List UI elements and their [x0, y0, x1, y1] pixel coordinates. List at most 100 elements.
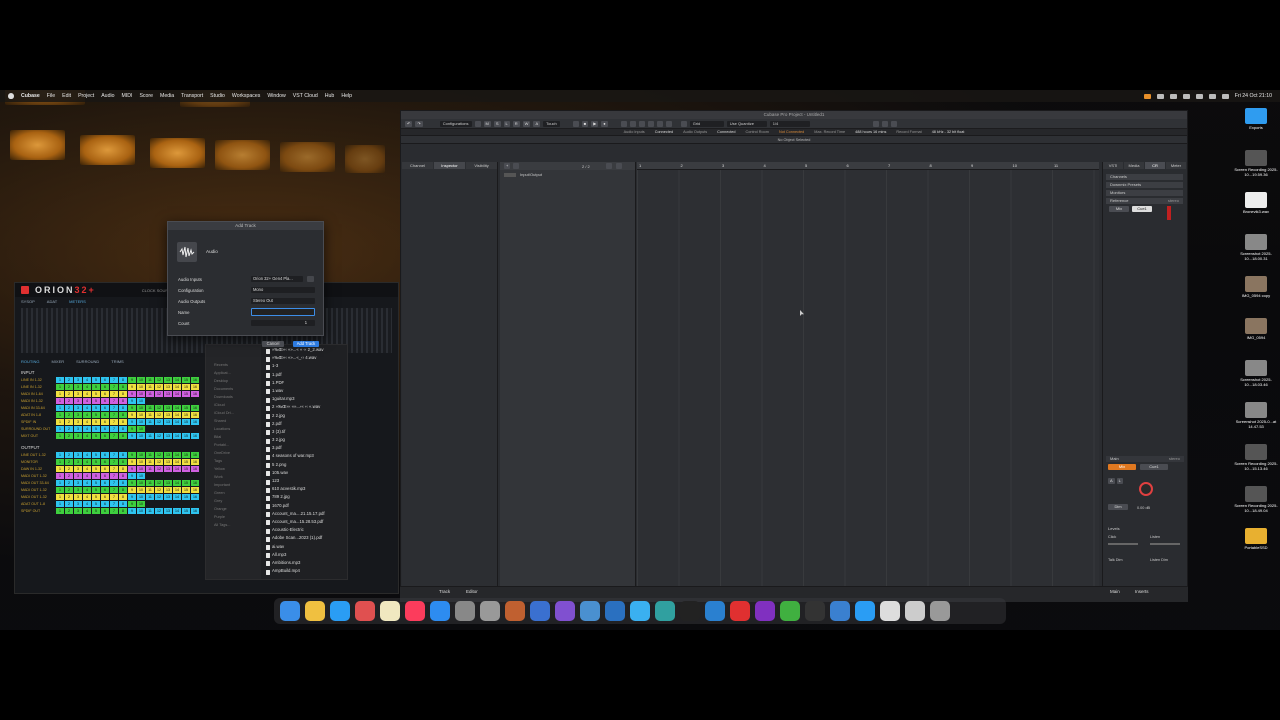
routing-cell[interactable]: 5 [92, 452, 100, 458]
routing-cell[interactable]: 1 [56, 412, 64, 418]
main-cue-button[interactable]: Cue1 [1140, 464, 1168, 470]
routing-cell[interactable]: 9 [128, 391, 136, 397]
routing-cell[interactable]: 8 [119, 494, 127, 500]
routing-cell[interactable]: 9 [128, 412, 136, 418]
routing-cell[interactable]: 14 [173, 391, 181, 397]
routing-cell[interactable]: 10 [137, 377, 145, 383]
routing-cell[interactable]: 11 [146, 433, 154, 439]
write-button[interactable]: W [522, 120, 531, 127]
routing-cell[interactable]: 15 [182, 459, 190, 465]
routing-cell[interactable]: 14 [173, 419, 181, 425]
routing-cell[interactable]: 8 [119, 452, 127, 458]
routing-cell[interactable]: 13 [164, 487, 172, 493]
main-section[interactable]: Main stereo [1106, 456, 1184, 462]
routing-cell[interactable]: 9 [128, 459, 136, 465]
audio-outputs-select[interactable]: Stereo Out [251, 298, 315, 304]
dock-app-icon[interactable] [555, 601, 575, 621]
routing-cell[interactable]: 16 [191, 377, 199, 383]
routing-cell[interactable]: 6 [101, 473, 109, 479]
routing-cell[interactable]: 13 [164, 405, 172, 411]
search-icon[interactable] [1208, 93, 1216, 99]
tab-mixer[interactable]: MIXER [51, 359, 64, 364]
routing-cell[interactable]: 5 [92, 391, 100, 397]
finder-sidebar-item[interactable]: Tags [214, 459, 257, 467]
section-downmix-presets[interactable]: Downmix Presets [1106, 182, 1183, 188]
status-icon[interactable] [1169, 93, 1177, 99]
routing-cell[interactable]: 3 [74, 480, 82, 486]
dock-app-icon[interactable] [355, 601, 375, 621]
dock-app-icon[interactable] [280, 601, 300, 621]
routing-cell[interactable]: 2 [65, 419, 73, 425]
routing-cell[interactable]: 11 [146, 419, 154, 425]
dock-app-icon[interactable] [630, 601, 650, 621]
finder-sidebar-item[interactable]: Grey [214, 499, 257, 507]
routing-cell[interactable]: 15 [182, 494, 190, 500]
erase-tool-icon[interactable] [656, 120, 663, 127]
routing-cell[interactable]: 7 [110, 398, 118, 404]
routing-cell[interactable]: 8 [119, 405, 127, 411]
routing-cell[interactable]: 6 [101, 377, 109, 383]
finder-sidebar-item[interactable]: Yellow [214, 467, 257, 475]
routing-cell[interactable]: 7 [110, 501, 118, 507]
click-level-slider[interactable] [1108, 543, 1138, 545]
configurations-select[interactable]: Configurations [439, 120, 472, 127]
glue-tool-icon[interactable] [647, 120, 654, 127]
routing-cell[interactable]: 7 [110, 384, 118, 390]
routing-cell[interactable]: 15 [182, 391, 190, 397]
routing-cell[interactable]: 5 [92, 384, 100, 390]
finder-sidebar-item[interactable]: Locations [214, 427, 257, 435]
tab-routing[interactable]: ROUTING [21, 359, 39, 364]
routing-cell[interactable]: 4 [83, 426, 91, 432]
routing-cell[interactable]: 5 [92, 480, 100, 486]
routing-cell[interactable]: 4 [83, 480, 91, 486]
dock-app-icon[interactable] [580, 601, 600, 621]
routing-cell[interactable]: 2 [65, 412, 73, 418]
file-item[interactable]: AmpBuild.mp4 [264, 568, 347, 576]
routing-cell[interactable]: 8 [119, 473, 127, 479]
routing-cell[interactable]: 12 [155, 480, 163, 486]
name-input[interactable] [251, 308, 315, 316]
finder-sidebar-item[interactable]: Portabl... [214, 443, 257, 451]
finder-sidebar-item[interactable]: OneDrive [214, 451, 257, 459]
routing-cell[interactable]: 6 [101, 480, 109, 486]
routing-cell[interactable]: 9 [128, 384, 136, 390]
dock-app-icon[interactable] [530, 601, 550, 621]
routing-cell[interactable]: 10 [137, 487, 145, 493]
routing-cell[interactable]: 10 [137, 391, 145, 397]
routing-cell[interactable]: 3 [74, 419, 82, 425]
routing-cell[interactable]: 2 [65, 377, 73, 383]
file-item[interactable]: 3 2.jpg [264, 437, 347, 445]
routing-cell[interactable]: 2 [65, 391, 73, 397]
window-layout-icon[interactable] [872, 120, 879, 127]
routing-cell[interactable]: 16 [191, 494, 199, 500]
stop-button[interactable]: ■ [581, 120, 589, 127]
routing-cell[interactable]: 14 [173, 377, 181, 383]
routing-cell[interactable]: 3 [74, 501, 82, 507]
apple-icon[interactable] [8, 93, 14, 99]
automation-button[interactable]: A [533, 120, 541, 127]
routing-cell[interactable]: 8 [119, 433, 127, 439]
routing-cell[interactable]: 1 [56, 473, 64, 479]
routing-cell[interactable]: 8 [119, 391, 127, 397]
solo-button[interactable]: S [493, 120, 501, 127]
routing-cell[interactable]: 8 [119, 501, 127, 507]
dock-app-icon[interactable] [780, 601, 800, 621]
routing-cell[interactable]: 9 [128, 452, 136, 458]
menu-media[interactable]: Media [160, 93, 174, 99]
file-item[interactable]: 1-3 [264, 363, 347, 371]
menu-file[interactable]: File [47, 93, 55, 99]
routing-cell[interactable]: 13 [164, 377, 172, 383]
file-item[interactable]: 105.wav [264, 470, 347, 478]
routing-cell[interactable]: 16 [191, 452, 199, 458]
section-channels[interactable]: Channels [1106, 174, 1183, 180]
finder-sidebar-item[interactable]: Bilal [214, 435, 257, 443]
zones-icon[interactable] [881, 120, 888, 127]
dock-app-icon[interactable] [380, 601, 400, 621]
routing-cell[interactable]: 7 [110, 433, 118, 439]
dock-app-icon[interactable] [430, 601, 450, 621]
routing-cell[interactable]: 15 [182, 508, 190, 514]
dock-app-icon[interactable] [905, 601, 925, 621]
routing-cell[interactable]: 14 [173, 405, 181, 411]
routing-cell[interactable]: 1 [56, 459, 64, 465]
listen-button[interactable]: L [503, 120, 510, 127]
